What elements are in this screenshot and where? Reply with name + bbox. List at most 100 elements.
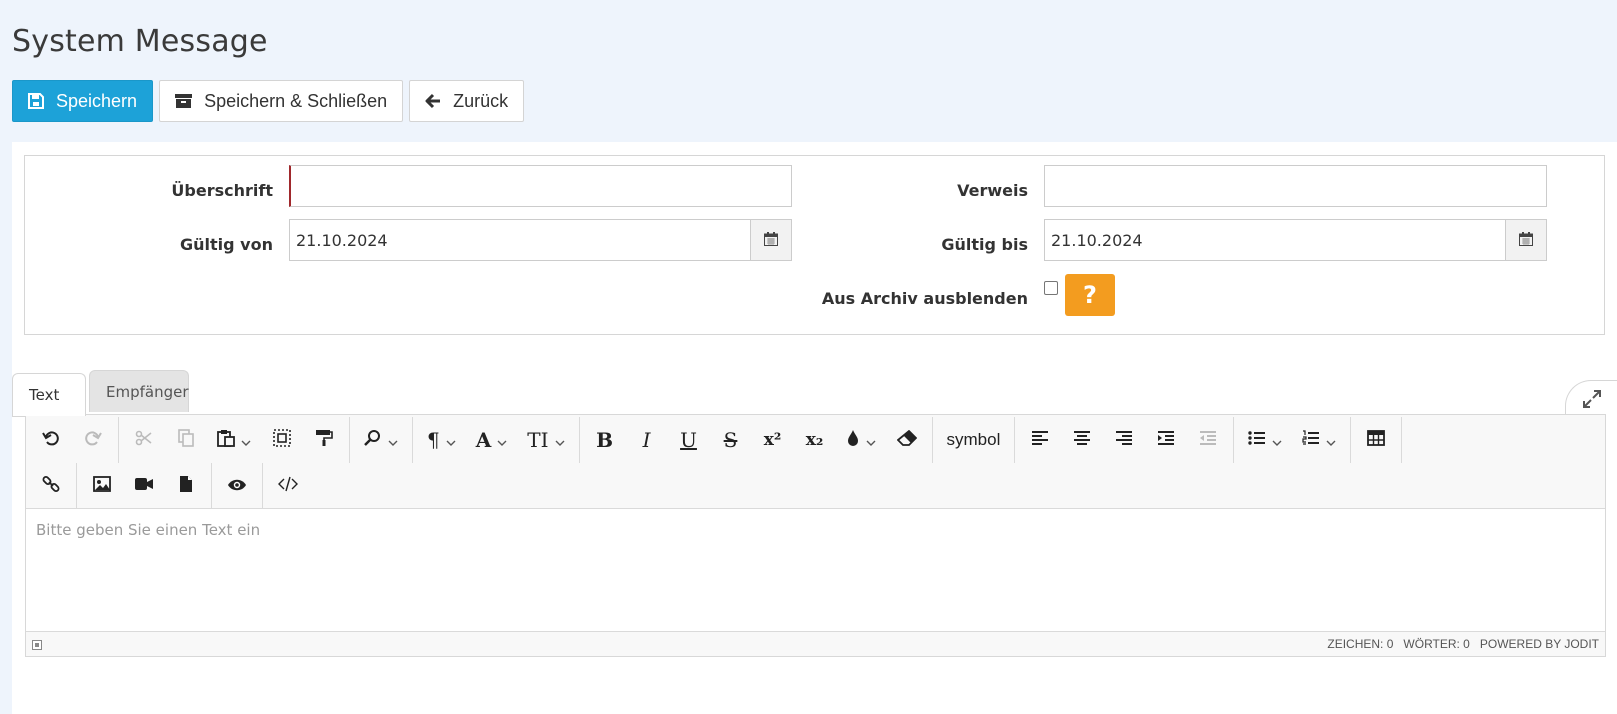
arrow-left-icon [425, 93, 441, 109]
paragraph-icon: ¶ [427, 428, 440, 452]
italic-icon: I [642, 428, 651, 452]
valid-from-input[interactable]: 21.10.2024 [289, 219, 750, 261]
valid-until-calendar-button[interactable] [1505, 219, 1547, 261]
cut-button[interactable] [127, 423, 161, 457]
superscript-button[interactable]: x² [756, 423, 790, 457]
valid-from-label: Gültig von [180, 235, 273, 254]
hide-archive-checkbox[interactable] [1044, 281, 1058, 295]
file-icon [178, 475, 194, 497]
toolbar-row-1: ¶ A TI B I U S x² x₂ symbol [26, 417, 1403, 463]
text-color-button[interactable] [840, 423, 882, 457]
bullet-list-button[interactable] [1242, 423, 1288, 457]
strikethrough-icon: S [723, 428, 738, 452]
find-button[interactable] [358, 423, 404, 457]
paint-roller-icon [315, 429, 333, 451]
underline-button[interactable]: U [672, 423, 706, 457]
font-button[interactable]: A [470, 423, 514, 457]
chevron-down-icon [1326, 431, 1336, 450]
clipboard-group [119, 417, 350, 463]
headline-input[interactable] [289, 165, 792, 207]
scissors-icon [135, 429, 153, 451]
select-all-icon [273, 429, 291, 451]
valid-until-input[interactable]: 21.10.2024 [1044, 219, 1505, 261]
indent-button[interactable] [1149, 423, 1183, 457]
source-group [263, 463, 313, 509]
calendar-icon [1519, 231, 1533, 250]
align-left-icon [1031, 430, 1049, 450]
symbol-button[interactable]: symbol [941, 423, 1007, 457]
source-code-button[interactable] [271, 469, 305, 503]
chevron-down-icon [497, 431, 507, 450]
redo-button[interactable] [76, 423, 110, 457]
align-right-button[interactable] [1107, 423, 1141, 457]
chevron-down-icon [866, 431, 876, 450]
tab-recipients[interactable]: Empfänger [89, 370, 189, 412]
code-icon [278, 476, 298, 496]
numbered-list-button[interactable] [1296, 423, 1342, 457]
floppy-disk-icon [28, 93, 44, 109]
tab-text[interactable]: Text [12, 373, 86, 416]
expand-icon [1582, 389, 1602, 413]
indent-icon [1157, 430, 1175, 450]
save-close-button[interactable]: Speichern & Schließen [159, 80, 404, 122]
powered-by-link[interactable]: POWERED BY JODIT [1480, 637, 1599, 651]
select-all-button[interactable] [265, 423, 299, 457]
outdent-icon [1199, 430, 1217, 450]
align-center-button[interactable] [1065, 423, 1099, 457]
insert-link-button[interactable] [34, 469, 68, 503]
superscript-icon: x² [763, 429, 782, 450]
media-group [77, 463, 212, 509]
char-count: ZEICHEN: 0 [1327, 637, 1394, 651]
subscript-button[interactable]: x₂ [798, 423, 832, 457]
editor-placeholder: Bitte geben Sie einen Text ein [36, 521, 261, 539]
outdent-button[interactable] [1191, 423, 1225, 457]
font-icon: A [475, 428, 492, 452]
chevron-down-icon [446, 431, 456, 450]
paste-button[interactable] [211, 423, 257, 457]
insert-video-button[interactable] [127, 469, 161, 503]
symbol-group: symbol [933, 417, 1016, 463]
clear-format-button[interactable] [890, 423, 924, 457]
bullet-list-icon [1248, 430, 1266, 450]
history-group [26, 417, 119, 463]
paragraph-button[interactable]: ¶ [421, 423, 462, 457]
align-right-icon [1115, 430, 1133, 450]
align-center-icon [1073, 430, 1091, 450]
save-button-label: Speichern [56, 90, 138, 111]
image-icon [93, 476, 111, 496]
insert-image-button[interactable] [85, 469, 119, 503]
font-size-button[interactable]: TI [521, 423, 570, 457]
chevron-down-icon [241, 431, 251, 450]
calendar-icon [764, 231, 778, 250]
droplet-icon [846, 429, 860, 451]
strikethrough-button[interactable]: S [714, 423, 748, 457]
preview-button[interactable] [220, 469, 254, 503]
resize-handle-icon[interactable] [32, 640, 42, 650]
undo-icon [42, 429, 60, 451]
save-close-button-label: Speichern & Schließen [204, 90, 388, 111]
toolbar-row-2 [26, 463, 313, 509]
italic-button[interactable]: I [630, 423, 664, 457]
help-button[interactable]: ? [1065, 274, 1115, 316]
insert-file-button[interactable] [169, 469, 203, 503]
page-title: System Message [12, 24, 268, 59]
insert-table-button[interactable] [1359, 423, 1393, 457]
back-button[interactable]: Zurück [409, 80, 525, 122]
eye-icon [227, 477, 247, 496]
list-group [1234, 417, 1352, 463]
bold-button[interactable]: B [588, 423, 622, 457]
search-icon [364, 429, 382, 451]
rich-text-editor: ¶ A TI B I U S x² x₂ symbol Bitte geben … [25, 414, 1606, 657]
copy-format-button[interactable] [307, 423, 341, 457]
align-left-button[interactable] [1023, 423, 1057, 457]
save-button[interactable]: Speichern [12, 80, 154, 122]
link-icon [42, 475, 60, 497]
redo-icon [84, 429, 102, 451]
copy-button[interactable] [169, 423, 203, 457]
editor-content-area[interactable]: Bitte geben Sie einen Text ein [26, 509, 1605, 631]
undo-button[interactable] [34, 423, 68, 457]
valid-from-calendar-button[interactable] [750, 219, 792, 261]
underline-icon: U [680, 428, 697, 452]
reference-input[interactable] [1044, 165, 1547, 207]
editor-panel: Text Empfänger ¶ A TI B I U S x² x₂ symb… [12, 346, 1617, 714]
